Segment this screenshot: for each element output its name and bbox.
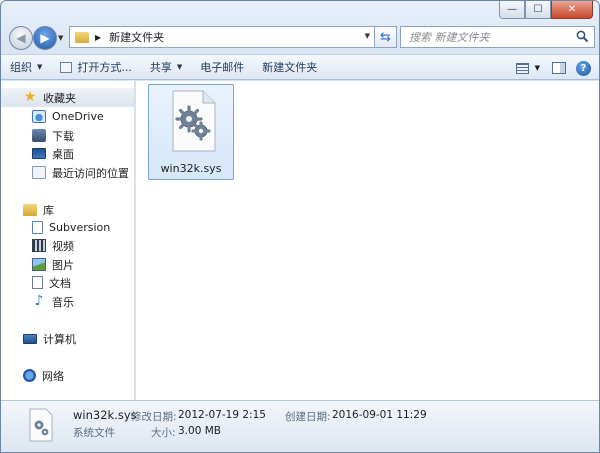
videos-icon (32, 239, 46, 252)
sidebar-item-label: 视频 (52, 239, 74, 253)
refresh-button[interactable]: ⇆ (375, 26, 397, 48)
file-item[interactable]: win32k.sys (148, 84, 234, 180)
refresh-icon: ⇆ (380, 29, 391, 45)
organize-label: 组织 (10, 61, 32, 74)
sidebar-group-label: 收藏夹 (43, 91, 76, 105)
pictures-icon (32, 258, 46, 271)
help-icon[interactable]: ? (576, 60, 591, 76)
star-icon: ★ (23, 89, 37, 105)
sidebar-item-music[interactable]: ♪ 音乐 (1, 292, 134, 311)
onedrive-icon (32, 110, 46, 123)
sidebar-item-label: 最近访问的位置 (52, 166, 129, 180)
address-bar[interactable]: ▶ 新建文件夹 ▼ (69, 26, 375, 48)
sidebar-group-favorites[interactable]: ★ 收藏夹 (1, 88, 134, 107)
sidebar-item-label: 文档 (49, 276, 71, 290)
libraries-icon (23, 203, 37, 216)
navigation-bar: ◀ ▶ ▼ ▶ 新建文件夹 ▼ ⇆ 搜索 新建文件夹 (7, 25, 595, 51)
search-placeholder[interactable]: 搜索 新建文件夹 (409, 29, 490, 45)
recent-places-icon (32, 166, 46, 179)
details-size-value: 3.00 MB (178, 425, 221, 437)
navigation-pane: ★ 收藏夹 OneDrive 下载 桌面 最近访问的位置 库 Subversio… (1, 81, 135, 400)
system-file-gear-icon (172, 90, 216, 152)
breadcrumb-folder[interactable]: 新建文件夹 (109, 29, 164, 45)
maximize-button[interactable]: ☐ (525, 1, 551, 19)
details-size-label: 大小: (151, 427, 176, 439)
command-bar: 组织 ▼ 打开方式... 共享 ▼ 电子邮件 新建文件夹 ▼ ? (1, 54, 599, 80)
system-file-gear-icon (29, 408, 53, 442)
sidebar-group-label: 网络 (42, 369, 64, 383)
forward-button[interactable]: ▶ (33, 26, 57, 50)
details-modified-value: 2012-07-19 2:15 (178, 409, 266, 421)
sidebar-group-computer[interactable]: 计算机 (1, 329, 134, 348)
sidebar-item-desktop[interactable]: 桌面 (1, 144, 134, 163)
search-box[interactable]: 搜索 新建文件夹 (400, 26, 595, 48)
minimize-button[interactable]: — (499, 1, 525, 19)
caption-buttons: — ☐ ✕ (499, 1, 593, 19)
details-pane: win32k.sys 系统文件 修改日期: 2012-07-19 2:15 大小… (1, 400, 599, 452)
recent-pages-dropdown[interactable]: ▼ (58, 34, 63, 42)
search-icon[interactable] (576, 30, 589, 43)
music-icon: ♪ (34, 293, 44, 309)
sidebar-item-recent-places[interactable]: 最近访问的位置 (1, 163, 134, 182)
change-view-button[interactable]: ▼ (510, 57, 546, 79)
sidebar-item-videos[interactable]: 视频 (1, 236, 134, 255)
sidebar-item-documents[interactable]: 文档 (1, 273, 134, 292)
sidebar-item-label: 音乐 (52, 295, 74, 309)
sidebar-group-label: 计算机 (43, 332, 76, 346)
file-list: win32k.sys (136, 81, 599, 400)
sidebar-item-label: 下载 (52, 129, 74, 143)
details-file-name: win32k.sys (73, 408, 137, 422)
sidebar-item-subversion[interactable]: Subversion (1, 218, 134, 237)
explorer-window: — ☐ ✕ ◀ ▶ ▼ ▶ 新建文件夹 ▼ ⇆ 搜索 新建文件夹 组织 ▼ 打开… (0, 0, 600, 453)
desktop-icon (32, 148, 46, 159)
details-created-value: 2016-09-01 11:29 (332, 409, 427, 421)
email-label: 电子邮件 (200, 61, 245, 74)
address-dropdown-icon[interactable]: ▼ (365, 32, 370, 40)
downloads-icon (32, 129, 46, 142)
preview-pane-icon[interactable] (552, 62, 566, 74)
chevron-down-icon[interactable]: ▼ (535, 64, 540, 72)
sidebar-group-network[interactable]: 网络 (1, 366, 134, 385)
computer-icon (23, 333, 37, 344)
share-button[interactable]: 共享 ▼ (141, 56, 191, 78)
breadcrumb-arrow-icon[interactable]: ▶ (95, 33, 101, 42)
details-modified-label: 修改日期: (131, 411, 177, 423)
details-file-type: 系统文件 (73, 427, 115, 439)
sidebar-group-libraries[interactable]: 库 (1, 200, 134, 219)
sidebar-item-downloads[interactable]: 下载 (1, 126, 134, 145)
subversion-icon (32, 221, 43, 234)
network-icon (23, 369, 36, 382)
open-with-button[interactable]: 打开方式... (51, 56, 141, 78)
open-with-icon (60, 61, 73, 73)
open-with-label: 打开方式... (77, 61, 132, 74)
back-arrow-icon: ◀ (16, 31, 26, 45)
sidebar-item-onedrive[interactable]: OneDrive (1, 107, 134, 126)
close-button[interactable]: ✕ (551, 1, 593, 19)
sidebar-item-label: Subversion (49, 221, 111, 234)
new-folder-button[interactable]: 新建文件夹 (253, 56, 326, 78)
file-name: win32k.sys (160, 162, 222, 175)
sidebar-item-label: 图片 (52, 258, 74, 272)
email-button[interactable]: 电子邮件 (191, 56, 253, 78)
sidebar-item-label: OneDrive (52, 110, 104, 123)
sidebar-item-pictures[interactable]: 图片 (1, 255, 134, 274)
details-created-label: 创建日期: (285, 411, 331, 423)
new-folder-label: 新建文件夹 (262, 61, 318, 74)
sidebar-group-label: 库 (43, 203, 54, 217)
forward-arrow-icon: ▶ (40, 31, 50, 45)
documents-icon (32, 276, 43, 289)
organize-button[interactable]: 组织 ▼ (1, 56, 51, 78)
share-label: 共享 (149, 61, 172, 74)
view-options-icon (515, 62, 529, 74)
toolbar-right: ▼ ? (510, 57, 591, 79)
folder-icon (75, 31, 89, 43)
chevron-down-icon: ▼ (176, 63, 183, 71)
sidebar-item-label: 桌面 (52, 147, 74, 161)
chevron-down-icon: ▼ (37, 63, 43, 71)
back-button[interactable]: ◀ (9, 26, 33, 50)
